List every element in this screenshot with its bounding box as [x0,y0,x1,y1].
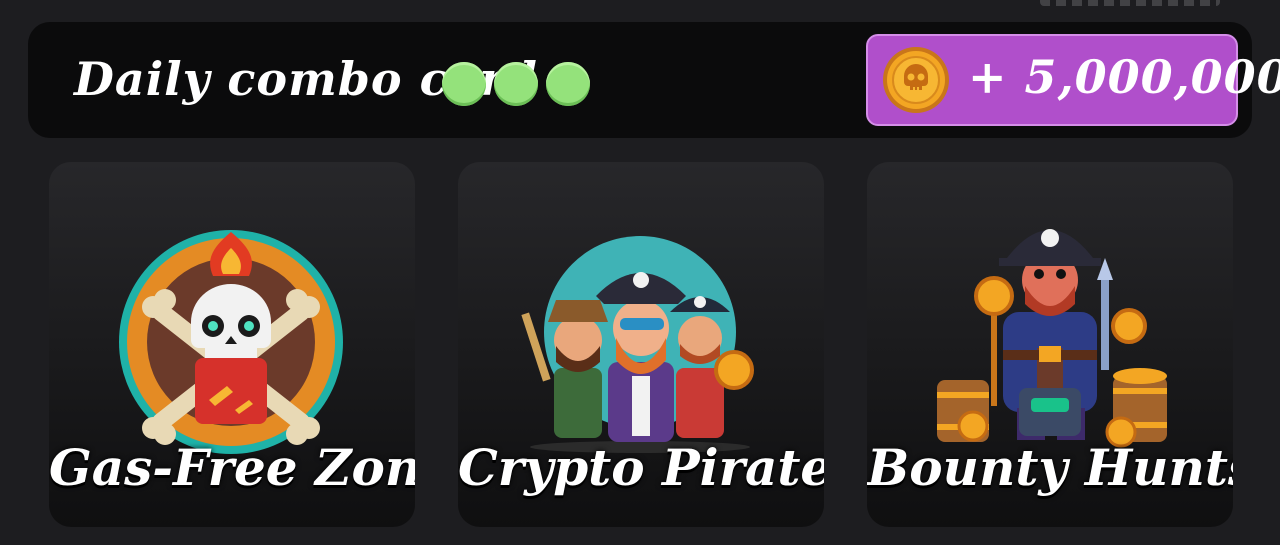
card-title-crypto-pirates: Crypto Pirates [458,438,824,497]
card-title-gas-free-zones: Gas-Free Zones [49,438,415,497]
combo-reward-amount: + 5,000,000 [968,50,1280,104]
combo-slot-2-indicator [494,62,538,106]
combo-slot-3-indicator [546,62,590,106]
daily-combo-bar: Daily combo card + 5,000,000 [28,22,1280,138]
combo-card-crypto-pirates[interactable]: Crypto Pirates [458,162,824,527]
skull-coin-icon [883,47,949,113]
combo-card-gas-free-zones[interactable]: Gas-Free Zones [49,162,415,527]
combo-reward-badge[interactable]: + 5,000,000 [866,34,1280,126]
combo-card-bounty-hunts[interactable]: Bounty Hunts [867,162,1233,527]
combo-slot-1-indicator [442,62,486,106]
top-status-text [1040,0,1220,6]
card-title-bounty-hunts: Bounty Hunts [867,438,1233,497]
